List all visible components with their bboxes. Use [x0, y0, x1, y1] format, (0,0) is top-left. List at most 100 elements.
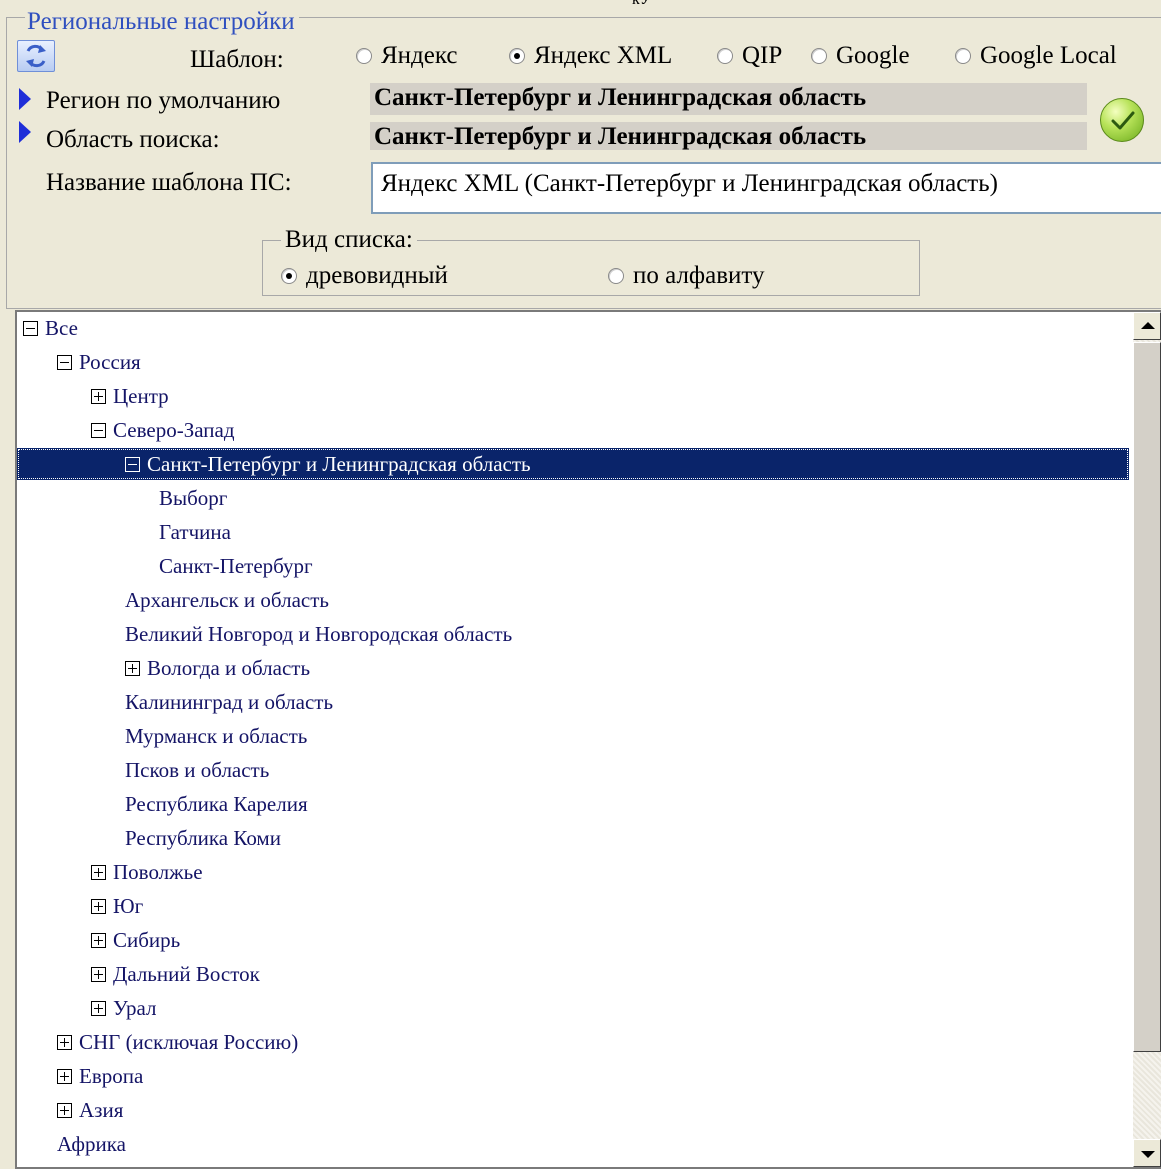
tree-item[interactable]: Все [23, 312, 78, 344]
expand-plus-icon[interactable] [57, 1102, 72, 1118]
tree-item-label: Поволжье [113, 860, 203, 884]
tree-item[interactable]: Вологда и область [125, 652, 310, 684]
template-option-label: Google Local [980, 42, 1117, 69]
tree-item[interactable]: Архангельск и область [125, 584, 329, 616]
tree-item[interactable]: Мурманск и область [125, 720, 307, 752]
vertical-scrollbar[interactable] [1133, 312, 1161, 1167]
tree-item-label: Африка [57, 1132, 126, 1156]
tree-item[interactable]: Азия [57, 1094, 123, 1126]
tree-item[interactable]: Калининград и область [125, 686, 333, 718]
tree-item-label: Все [45, 316, 78, 340]
arrow-right-icon [19, 88, 31, 110]
tree-item[interactable]: Россия [57, 346, 141, 378]
expand-plus-icon[interactable] [91, 1000, 106, 1016]
tree-item[interactable]: Поволжье [91, 856, 203, 888]
expand-plus-icon[interactable] [57, 1034, 72, 1050]
tree-item-label: Выборг [159, 486, 228, 510]
template-option-label: Google [836, 42, 910, 69]
tree-item[interactable]: Центр [91, 380, 169, 412]
apply-button[interactable] [1100, 98, 1144, 142]
search-area-label: Область поиска: [46, 126, 220, 153]
list-view-title: Вид списка: [281, 225, 417, 255]
tree-item-label: Мурманск и область [125, 724, 308, 748]
radio-icon [356, 48, 372, 64]
tree-item-label: Урал [113, 996, 157, 1020]
collapse-minus-icon[interactable] [91, 422, 106, 438]
tree-item[interactable]: Юг [91, 890, 143, 922]
tree-item[interactable]: СНГ (исключая Россию) [57, 1026, 298, 1058]
view-radio-tree[interactable]: древовидный [281, 261, 448, 291]
template-label: Шаблон: [190, 46, 284, 73]
refresh-icon [26, 44, 46, 68]
tree-item[interactable]: Республика Коми [125, 822, 281, 854]
collapse-minus-icon[interactable] [57, 354, 72, 370]
default-region-label: Регион по умолчанию [46, 87, 281, 114]
template-option-label: QIP [742, 42, 783, 69]
collapse-minus-icon[interactable] [125, 456, 140, 472]
template-option-label: Яндекс XML [534, 42, 673, 69]
template-radio-qip[interactable]: QIP [717, 41, 782, 71]
expand-plus-icon[interactable] [91, 898, 106, 914]
view-option-label: древовидный [306, 262, 448, 289]
tree-item-label: Республика Карелия [125, 792, 308, 816]
scroll-down-button[interactable] [1133, 1139, 1161, 1167]
tree-item-label: СНГ (исключая Россию) [79, 1030, 299, 1054]
regional-settings-title: Региональные настройки [25, 8, 299, 36]
radio-checked-icon [281, 268, 297, 284]
scroll-thumb[interactable] [1133, 342, 1161, 1052]
tree-item[interactable]: Великий Новгород и Новгородская область [125, 618, 512, 650]
tree-item-label: Центр [113, 384, 169, 408]
radio-icon [608, 268, 624, 284]
tree-item-label: Псков и область [125, 758, 270, 782]
tree-item[interactable]: Гатчина [159, 516, 231, 548]
radio-icon [955, 48, 971, 64]
tree-item-label: Архангельск и область [125, 588, 329, 612]
view-option-label: по алфавиту [633, 262, 765, 289]
expand-plus-icon[interactable] [91, 932, 106, 948]
region-tree[interactable]: Африка Азия Европа СНГ (исключая Россию) Ура… [15, 310, 1161, 1169]
tree-item-label: Россия [79, 350, 141, 374]
template-radio-google-local[interactable]: Google Local [955, 41, 1117, 71]
default-region-value: Санкт-Петербург и Ленинградская область [370, 83, 1087, 115]
template-radio-yandex[interactable]: Яндекс [356, 41, 458, 71]
refresh-button[interactable] [17, 40, 55, 72]
scroll-up-button[interactable] [1133, 312, 1161, 340]
tree-item-label: Азия [79, 1098, 124, 1122]
tree-item-label: Северо-Запад [113, 418, 235, 442]
tree-item[interactable]: Северо-Запад [91, 414, 235, 446]
radio-checked-icon [509, 48, 525, 64]
tree-item-label: Великий Новгород и Новгородская область [125, 622, 513, 646]
tree-item-label: Республика Коми [125, 826, 281, 850]
expand-plus-icon[interactable] [91, 966, 106, 982]
tree-item-label: Юг [113, 894, 144, 918]
template-radio-google[interactable]: Google [811, 41, 910, 71]
template-radio-yandex-xml[interactable]: Яндекс XML [509, 41, 672, 71]
tree-item-label: Калининград и область [125, 690, 334, 714]
expand-plus-icon[interactable] [57, 1068, 72, 1084]
tree-item[interactable]: Сибирь [91, 924, 180, 956]
tree-item[interactable]: Европа [57, 1060, 143, 1092]
tree-item[interactable]: Республика Карелия [125, 788, 308, 820]
tree-item-label: Вологда и область [147, 656, 311, 680]
expand-plus-icon[interactable] [125, 660, 140, 676]
tree-item[interactable]: Дальний Восток [91, 958, 260, 990]
tree-item[interactable]: Санкт-Петербург и Ленинградская область [17, 448, 1129, 480]
template-name-label: Название шаблона ПС: [46, 169, 292, 196]
arrow-right-icon [19, 121, 31, 143]
tree-item[interactable]: Псков и область [125, 754, 269, 786]
expand-plus-icon[interactable] [91, 388, 106, 404]
collapse-minus-icon[interactable] [23, 320, 38, 336]
tree-item[interactable]: Выборг [159, 482, 227, 514]
template-name-input[interactable]: Яндекс XML (Санкт-Петербург и Ленинградс… [371, 162, 1161, 214]
tree-item[interactable]: Урал [91, 992, 157, 1024]
search-area-value: Санкт-Петербург и Ленинградская область [370, 122, 1087, 150]
view-radio-alphabet[interactable]: по алфавиту [608, 261, 765, 291]
expand-plus-icon[interactable] [91, 864, 106, 880]
tree-item-label: Санкт-Петербург и Ленинградская область [147, 452, 531, 476]
radio-icon [811, 48, 827, 64]
tree-item-label: Санкт-Петербург [159, 554, 313, 578]
tree-item-label: Гатчина [159, 520, 231, 544]
tree-item[interactable]: Африка [57, 1128, 126, 1160]
tree-item-label: Сибирь [113, 928, 181, 952]
tree-item[interactable]: Санкт-Петербург [159, 550, 313, 582]
